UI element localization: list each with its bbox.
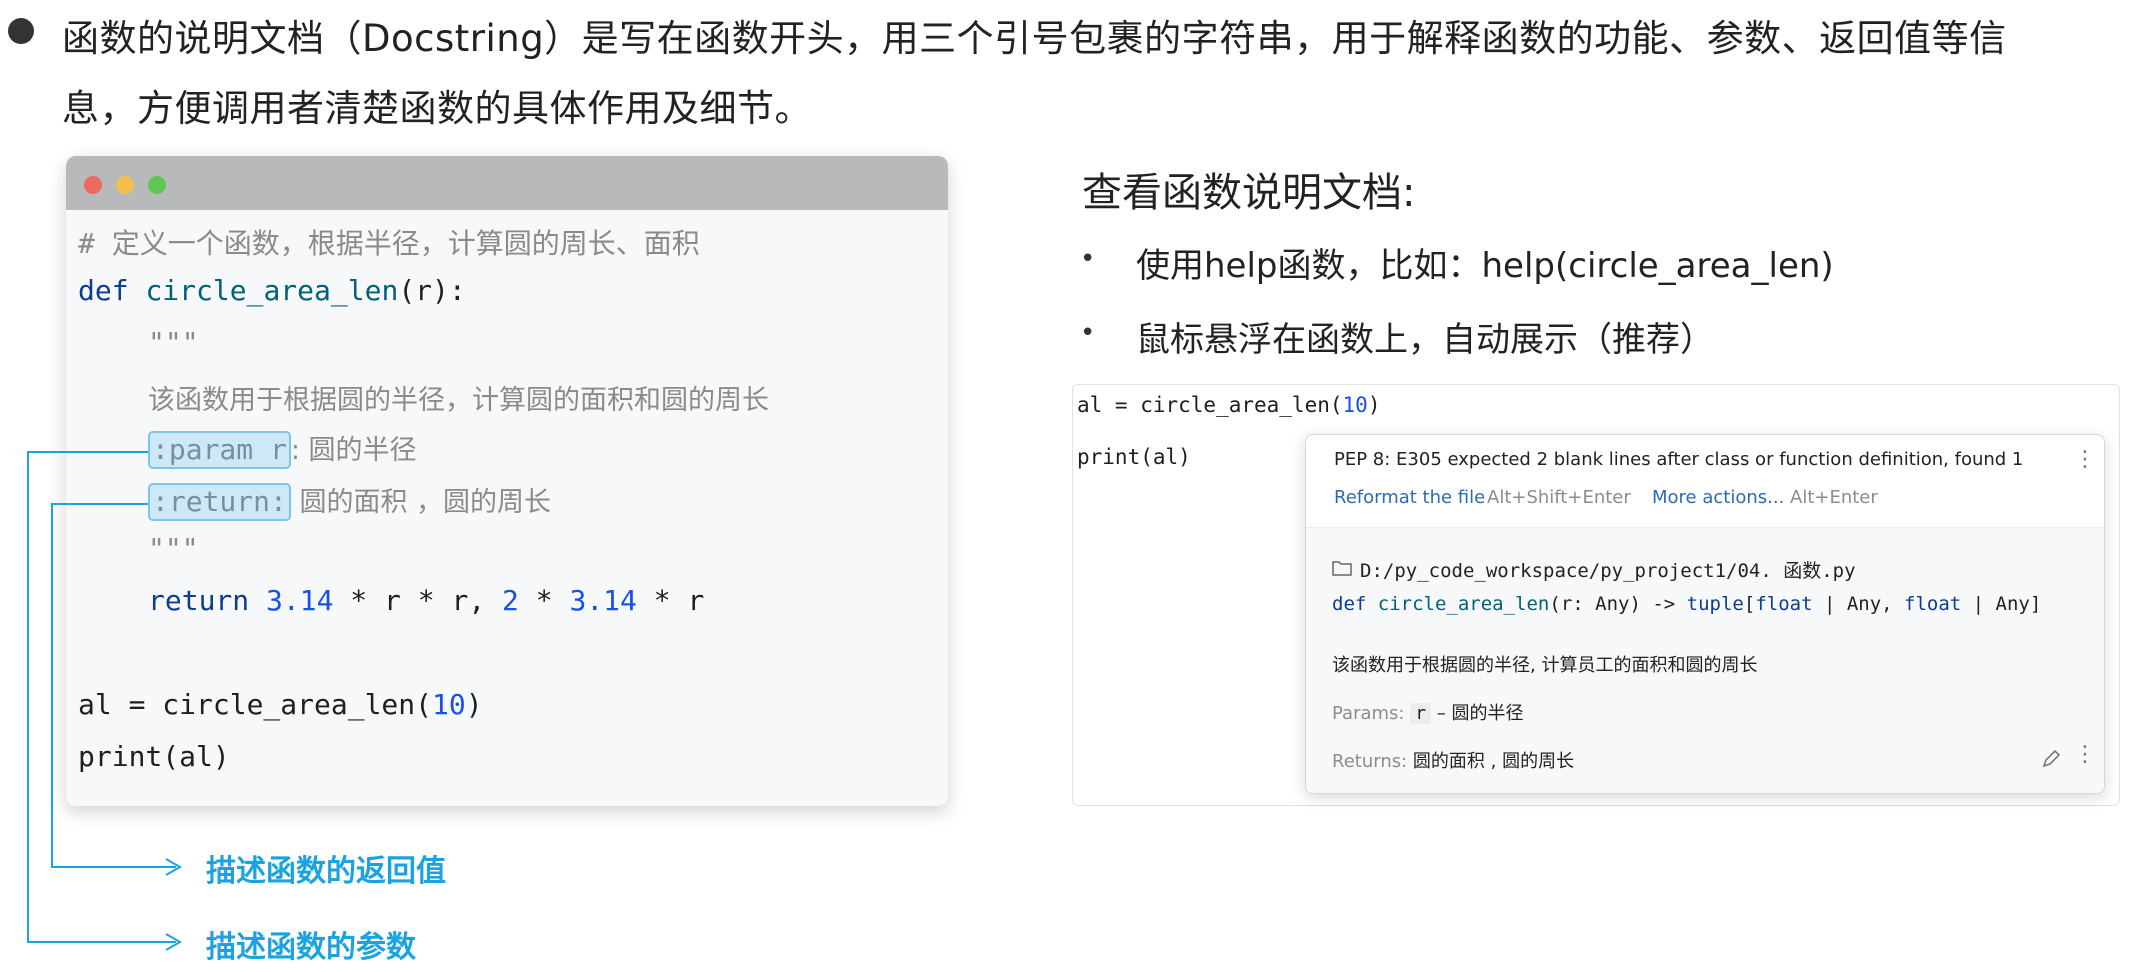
code-comment: # 定义一个函数，根据半径，计算圆的周长、面积 [78, 227, 700, 260]
number-literal: 3.14 [569, 584, 637, 617]
expr-operator: * r [636, 584, 705, 617]
sig-bracket: [ [1743, 593, 1756, 615]
docstring-open: """ [148, 326, 199, 359]
pep8-warning: PEP 8: E305 expected 2 blank lines after… [1334, 449, 2024, 470]
code-print-line: print(al) [78, 740, 230, 773]
function-signature: def circle_area_len(r: Any) -> tuple[flo… [1332, 593, 2041, 615]
sig-union-close: | Any] [1961, 593, 2042, 615]
bullet-dot [8, 18, 34, 44]
more-options-icon[interactable]: ⋮ [2074, 447, 2096, 472]
expr-operator: * [518, 584, 570, 617]
bullet-icon: • [1080, 244, 1096, 274]
docstring-description: 该函数用于根据圆的半径，计算圆的面积和圆的周长 [148, 385, 769, 416]
param-name-chip: r [1410, 703, 1432, 724]
ide-code-line-2: print(al) [1077, 445, 1191, 469]
sig-function-name: circle_area_len [1377, 593, 1550, 615]
returns-desc: 圆的面积 , 圆的周长 [1412, 751, 1575, 772]
section-heading: 查看函数说明文档: [1082, 170, 1416, 216]
intro-text-line-1: 函数的说明文档（Docstring）是写在函数开头，用三个引号包裹的字符串，用于… [62, 17, 2007, 60]
number-literal: 3.14 [266, 584, 334, 617]
close-dot-icon [84, 176, 102, 194]
doc-description: 该函数用于根据圆的半径, 计算员工的面积和圆的周长 [1332, 655, 1758, 676]
def-keyword: def [78, 274, 129, 307]
doc-returns-row: Returns: 圆的面积 , 圆的周长 [1332, 747, 1574, 773]
edit-pencil-icon[interactable] [2041, 749, 2061, 769]
sig-params: (r: Any) -> [1549, 593, 1687, 615]
ide-code-line-1: al = circle_area_len(10) [1077, 393, 1380, 417]
code-return-line: return 3.14 * r * r, 2 * 3.14 * r [148, 584, 704, 617]
folder-icon [1332, 561, 1352, 576]
docstring-param-line: :param r: 圆的半径 [148, 428, 417, 469]
bullet-help-function: 使用help函数，比如：help(circle_area_len) [1136, 246, 1834, 286]
more-actions-link[interactable]: More actions... [1652, 487, 1784, 508]
return-arrowhead [165, 858, 183, 876]
sig-def-keyword: def [1332, 593, 1367, 615]
more-actions-shortcut: Alt+Enter [1790, 487, 1878, 508]
docstring-return-line: :return: 圆的面积 ，圆的周长 [148, 480, 551, 521]
sig-union: | Any, [1812, 593, 1905, 615]
sig-float-type: float [1904, 593, 1962, 615]
ide-call-argument: 10 [1342, 393, 1368, 417]
return-annotation-label: 描述函数的返回值 [206, 854, 446, 889]
return-tag: :return: [148, 483, 291, 521]
sig-float-type: float [1755, 593, 1813, 615]
intro-text-line-2: 息，方便调用者清楚函数的具体作用及细节。 [62, 87, 812, 130]
maximize-dot-icon [148, 176, 166, 194]
params-label: Params: [1332, 703, 1405, 724]
popup-documentation-section: D:/py_code_workspace/py_project1/04. 函数.… [1306, 528, 2104, 793]
ide-call-suffix: ) [1367, 393, 1381, 417]
param-description: : 圆的半径 [290, 435, 417, 466]
code-call-line: al = circle_area_len(10) [78, 688, 483, 721]
ide-call-prefix: al = circle_area_len( [1077, 393, 1343, 417]
code-def-line: def circle_area_len(r): [78, 274, 466, 307]
window-titlebar [66, 156, 948, 210]
file-path: D:/py_code_workspace/py_project1/04. 函数.… [1360, 560, 1856, 582]
param-desc: – 圆的半径 [1436, 703, 1524, 724]
expr-operator: * r * r, [333, 584, 503, 617]
return-keyword: return [148, 584, 250, 617]
call-argument: 10 [432, 688, 466, 721]
sig-tuple-type: tuple [1686, 593, 1744, 615]
reformat-file-link[interactable]: Reformat the file [1334, 487, 1485, 508]
return-description: 圆的面积 ，圆的周长 [290, 487, 552, 518]
popup-inspection-section: PEP 8: E305 expected 2 blank lines after… [1306, 435, 2104, 528]
docstring-close: """ [148, 532, 199, 565]
code-window: # 定义一个函数，根据半径，计算圆的周长、面积 def circle_area_… [66, 156, 948, 806]
call-prefix: al = circle_area_len( [78, 688, 433, 721]
minimize-dot-icon [116, 176, 134, 194]
def-signature: (r): [398, 274, 466, 307]
param-tag: :param r [148, 431, 291, 469]
doc-params-row: Params: r – 圆的半径 [1332, 699, 1524, 725]
call-suffix: ) [465, 688, 483, 721]
number-literal: 2 [502, 584, 519, 617]
hover-documentation-popup[interactable]: PEP 8: E305 expected 2 blank lines after… [1305, 434, 2105, 794]
function-name: circle_area_len [145, 274, 399, 307]
reformat-shortcut: Alt+Shift+Enter [1487, 487, 1631, 508]
bullet-icon: • [1080, 318, 1096, 348]
bullet-hover-tooltip: 鼠标悬浮在函数上，自动展示（推荐） [1136, 320, 1714, 360]
more-options-icon[interactable]: ⋮ [2074, 742, 2096, 767]
param-arrowhead [165, 933, 183, 951]
returns-label: Returns: [1332, 751, 1408, 772]
param-annotation-label: 描述函数的参数 [206, 930, 416, 965]
